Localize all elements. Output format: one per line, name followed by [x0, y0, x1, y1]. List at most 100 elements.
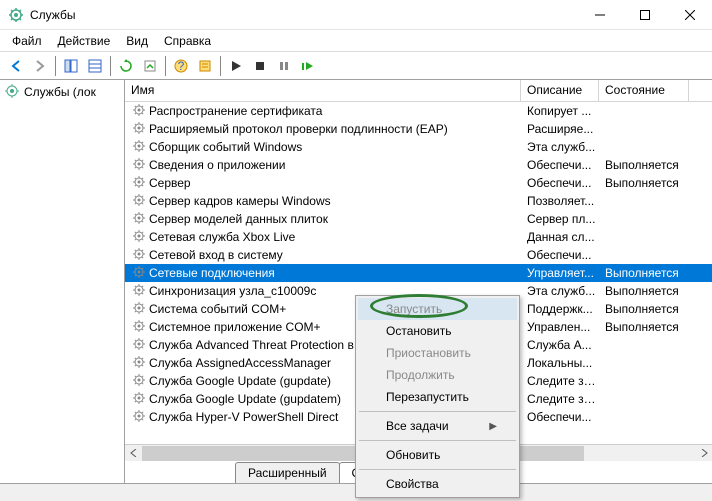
service-description: Локальны... [521, 356, 599, 370]
window-controls [577, 0, 712, 29]
service-description: Сервер пл... [521, 212, 599, 226]
column-description[interactable]: Описание [521, 80, 599, 101]
pause-service-button[interactable] [273, 55, 295, 77]
cm-all-tasks[interactable]: Все задачи▶ [358, 415, 517, 437]
gear-icon [131, 336, 147, 355]
tree-pane: Службы (лок [0, 80, 125, 483]
scroll-right-arrow[interactable] [695, 446, 712, 461]
cm-properties[interactable]: Свойства [358, 473, 517, 495]
minimize-button[interactable] [577, 0, 622, 29]
gear-icon [131, 246, 147, 265]
service-description: Следите за... [521, 374, 599, 388]
close-button[interactable] [667, 0, 712, 29]
tab-extended[interactable]: Расширенный [235, 462, 340, 483]
cm-restart[interactable]: Перезапустить [358, 386, 517, 408]
service-description: Управляет... [521, 266, 599, 280]
service-row[interactable]: Сервер моделей данных плитокСервер пл... [125, 210, 712, 228]
services-icon [4, 83, 20, 102]
menu-file[interactable]: Файл [4, 32, 50, 50]
service-name: Служба Hyper-V PowerShell Direct [149, 410, 338, 424]
service-name: Служба Google Update (gupdatem) [149, 392, 341, 406]
service-state: Выполняется [599, 284, 689, 298]
service-description: Данная сл... [521, 230, 599, 244]
submenu-arrow-icon: ▶ [489, 421, 497, 432]
service-description: Эта служб... [521, 140, 599, 154]
scroll-left-arrow[interactable] [125, 446, 142, 461]
cm-separator [359, 440, 516, 441]
gear-icon [131, 210, 147, 229]
gear-icon [131, 354, 147, 373]
service-description: Обеспечи... [521, 410, 599, 424]
menu-help[interactable]: Справка [156, 32, 219, 50]
service-name: Система событий COM+ [149, 302, 286, 316]
service-name: Расширяемый протокол проверки подлинност… [149, 122, 448, 136]
service-state: Выполняется [599, 320, 689, 334]
service-description: Эта служб... [521, 284, 599, 298]
service-name: Сборщик событий Windows [149, 140, 302, 154]
column-name[interactable]: Имя [125, 80, 521, 101]
service-description: Управлен... [521, 320, 599, 334]
service-name: Сведения о приложении [149, 158, 285, 172]
start-service-button[interactable] [225, 55, 247, 77]
list-columns-header: Имя Описание Состояние [125, 80, 712, 102]
service-name: Сервер кадров камеры Windows [149, 194, 331, 208]
restart-service-button[interactable] [297, 55, 319, 77]
service-row[interactable]: Сетевой вход в системуОбеспечи... [125, 246, 712, 264]
service-description: Следите за... [521, 392, 599, 406]
service-row[interactable]: Сведения о приложенииОбеспечи...Выполняе… [125, 156, 712, 174]
cm-refresh[interactable]: Обновить [358, 444, 517, 466]
column-state[interactable]: Состояние [599, 80, 689, 101]
service-row[interactable]: Сервер кадров камеры Windows Позволяет... [125, 192, 712, 210]
service-name: Сервер [149, 176, 191, 190]
service-description: Обеспечи... [521, 248, 599, 262]
service-state: Выполняется [599, 176, 689, 190]
cm-start[interactable]: Запустить [358, 298, 517, 320]
maximize-button[interactable] [622, 0, 667, 29]
cm-separator [359, 469, 516, 470]
toolbar: ? [0, 52, 712, 80]
properties-button[interactable] [194, 55, 216, 77]
toolbar-separator [220, 56, 221, 76]
gear-icon [131, 174, 147, 193]
service-description: Служба A... [521, 338, 599, 352]
service-state: Выполняется [599, 266, 689, 280]
forward-button[interactable] [29, 55, 51, 77]
gear-icon [131, 282, 147, 301]
export-button[interactable] [84, 55, 106, 77]
service-row[interactable]: Распространение сертификатаКопирует ... [125, 102, 712, 120]
context-menu: Запустить Остановить Приостановить Продо… [355, 295, 520, 498]
titlebar: Службы [0, 0, 712, 30]
menu-action[interactable]: Действие [50, 32, 119, 50]
service-description: Копирует ... [521, 104, 599, 118]
service-row[interactable]: Сервер Обеспечи...Выполняется [125, 174, 712, 192]
service-row[interactable]: Сетевые подключенияУправляет...Выполняет… [125, 264, 712, 282]
cm-pause[interactable]: Приостановить [358, 342, 517, 364]
service-name: Синхронизация узла_c10009c [149, 284, 316, 298]
cm-stop[interactable]: Остановить [358, 320, 517, 342]
help-button[interactable]: ? [170, 55, 192, 77]
gear-icon [131, 228, 147, 247]
service-state: Выполняется [599, 302, 689, 316]
gear-icon [131, 138, 147, 157]
export-list-button[interactable] [139, 55, 161, 77]
back-button[interactable] [5, 55, 27, 77]
service-description: Позволяет... [521, 194, 599, 208]
service-row[interactable]: Расширяемый протокол проверки подлинност… [125, 120, 712, 138]
service-description: Поддержк... [521, 302, 599, 316]
stop-service-button[interactable] [249, 55, 271, 77]
service-name: Служба Google Update (gupdate) [149, 374, 331, 388]
service-row[interactable]: Сборщик событий Windows Эта служб... [125, 138, 712, 156]
gear-icon [131, 102, 147, 121]
cm-resume[interactable]: Продолжить [358, 364, 517, 386]
refresh-button[interactable] [115, 55, 137, 77]
tree-root-node[interactable]: Службы (лок [0, 82, 124, 102]
gear-icon [131, 390, 147, 409]
service-description: Расширяе... [521, 122, 599, 136]
menu-view[interactable]: Вид [118, 32, 156, 50]
service-row[interactable]: Сетевая служба Xbox LiveДанная сл... [125, 228, 712, 246]
window-title: Службы [30, 8, 577, 22]
service-description: Обеспечи... [521, 176, 599, 190]
gear-icon [131, 408, 147, 427]
service-state: Выполняется [599, 158, 689, 172]
show-hide-tree-button[interactable] [60, 55, 82, 77]
